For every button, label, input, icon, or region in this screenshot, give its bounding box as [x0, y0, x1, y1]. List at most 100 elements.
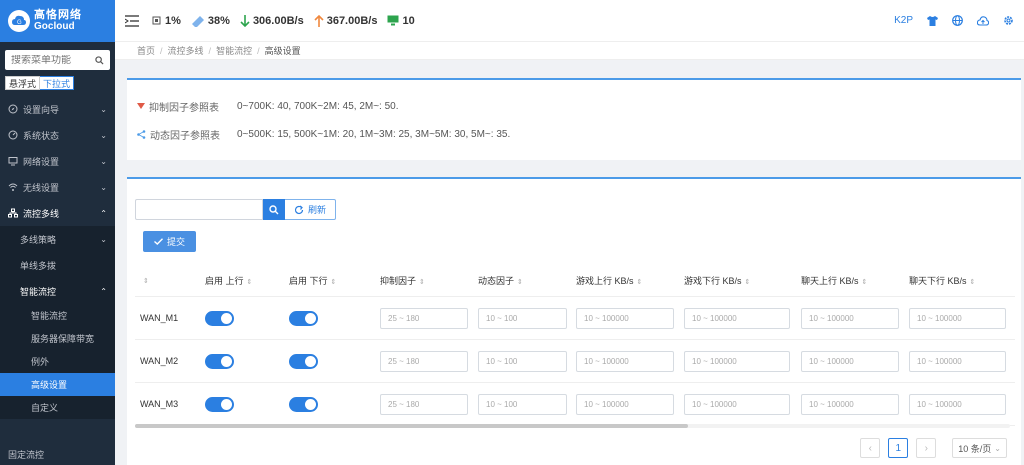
enable-up-toggle[interactable]: [205, 353, 234, 369]
model-label[interactable]: K2P: [894, 15, 913, 26]
page-number-button[interactable]: 1: [888, 438, 909, 458]
brand-name-cn: 高恪网络: [34, 9, 82, 21]
chat-up-input[interactable]: 10 ~ 100000: [801, 350, 899, 372]
sidebar-item-system-status[interactable]: 系统状态 ⌄: [0, 122, 115, 148]
game-down-input[interactable]: 10 ~ 100000: [684, 307, 790, 329]
table-toolbar: 刷新: [135, 199, 337, 220]
devices-value: 10: [402, 14, 415, 27]
submit-label: 提交: [166, 237, 185, 247]
chevron-down-icon: ⌄: [100, 104, 107, 114]
prev-page-button[interactable]: ‹: [860, 438, 881, 458]
suppression-input[interactable]: 25 ~ 180: [380, 307, 468, 329]
sidebar-item-multiline-policy[interactable]: 多线策略 ⌄: [0, 226, 115, 252]
sidebar-item-fixed-flow[interactable]: 固定流控: [0, 441, 115, 465]
arrow-down-icon: [240, 14, 250, 27]
mode-dropdown-button[interactable]: 下拉式: [40, 76, 75, 90]
column-header-chat-down[interactable]: 聊天下行 KB/s ⇕: [900, 274, 1015, 287]
column-header-enable-up[interactable]: 启用 上行 ⇕: [196, 274, 280, 287]
scrollbar-thumb[interactable]: [135, 424, 688, 428]
sidebar-item-smart-flow-control[interactable]: 智能流控: [0, 304, 115, 327]
column-header-chat-up[interactable]: 聊天上行 KB/s ⇕: [792, 274, 900, 287]
suppression-input[interactable]: 25 ~ 180: [380, 350, 468, 372]
sidebar-item-custom[interactable]: 自定义: [0, 396, 115, 419]
sidebar-item-setup-wizard[interactable]: 设置向导 ⌄: [0, 96, 115, 122]
sidebar-item-network-settings[interactable]: 网络设置 ⌄: [0, 148, 115, 174]
search-button[interactable]: [263, 199, 285, 220]
chat-up-input[interactable]: 10 ~ 100000: [801, 393, 899, 415]
column-header-game-up[interactable]: 游戏上行 KB/s ⇕: [567, 274, 675, 287]
column-header-name[interactable]: ⇕: [135, 275, 196, 285]
breadcrumb-home[interactable]: 首页: [137, 44, 155, 57]
filter-input[interactable]: [135, 199, 263, 220]
gear-icon[interactable]: [1003, 15, 1014, 26]
wan-settings-table: ⇕ 启用 上行 ⇕ 启用 下行 ⇕ 抑制因子 ⇕ 动态因子 ⇕ 游戏上行 KB/s ⇕ 游…: [135, 264, 1015, 426]
chat-down-input[interactable]: 10 ~ 100000: [909, 393, 1006, 415]
compass-icon: [8, 104, 18, 114]
shirt-icon[interactable]: [927, 15, 938, 26]
sidebar-item-exceptions[interactable]: 例外: [0, 350, 115, 373]
breadcrumb-flow-control[interactable]: 流控多线: [168, 44, 204, 57]
chat-down-input[interactable]: 10 ~ 100000: [909, 350, 1006, 372]
check-icon: [154, 238, 163, 245]
logo[interactable]: G 高恪网络 Gocloud: [0, 0, 115, 42]
globe-icon[interactable]: [952, 15, 963, 26]
chat-down-input[interactable]: 10 ~ 100000: [909, 307, 1006, 329]
dynamic-input[interactable]: 10 ~ 100: [478, 393, 567, 415]
mode-float-button[interactable]: 悬浮式: [5, 76, 41, 90]
chevron-down-icon: ⌄: [100, 234, 107, 244]
refresh-button[interactable]: 刷新: [285, 199, 337, 220]
memory-value: 38%: [207, 14, 230, 27]
sidebar-item-server-bandwidth[interactable]: 服务器保障带宽: [0, 327, 115, 350]
monitor-icon: [387, 15, 399, 26]
game-up-input[interactable]: 10 ~ 100000: [576, 350, 674, 372]
cloud-upload-icon[interactable]: [977, 15, 989, 26]
sidebar-item-single-line-multidial[interactable]: 单线多拨: [0, 252, 115, 278]
game-up-input[interactable]: 10 ~ 100000: [576, 307, 674, 329]
game-up-input[interactable]: 10 ~ 100000: [576, 393, 674, 415]
search-icon[interactable]: [95, 55, 104, 65]
sort-icon: ⇕: [861, 278, 868, 286]
sort-icon: ⇕: [246, 278, 253, 286]
suppression-factor-label: 抑制因子参照表: [149, 102, 219, 114]
column-header-suppression[interactable]: 抑制因子 ⇕: [371, 274, 469, 287]
enable-down-toggle[interactable]: [289, 310, 318, 326]
page-size-select[interactable]: 10 条/页 ⌄: [952, 438, 1007, 458]
sort-icon: ⇕: [636, 278, 643, 286]
settings-card: 刷新 提交 ⇕ 启用 上行 ⇕ 启用 下行 ⇕ 抑制因子 ⇕ 动态因子 ⇕ 游戏上行 K…: [127, 177, 1021, 465]
game-down-input[interactable]: 10 ~ 100000: [684, 350, 790, 372]
dynamic-input[interactable]: 10 ~ 100: [478, 307, 567, 329]
caret-down-icon[interactable]: [137, 103, 145, 109]
breadcrumb-smart-flow[interactable]: 智能流控: [216, 44, 252, 57]
next-page-button[interactable]: ›: [916, 438, 937, 458]
column-header-dynamic[interactable]: 动态因子 ⇕: [469, 274, 567, 287]
submit-button[interactable]: 提交: [143, 231, 196, 252]
game-down-input[interactable]: 10 ~ 100000: [684, 393, 790, 415]
sidebar-item-smart-flow[interactable]: 智能流控 ⌃: [0, 278, 115, 304]
cpu-value: 1%: [165, 14, 181, 27]
column-header-game-down[interactable]: 游戏下行 KB/s ⇕: [675, 274, 792, 287]
sidebar-item-flow-control[interactable]: 流控多线 ⌃: [0, 200, 115, 226]
chat-up-input[interactable]: 10 ~ 100000: [801, 307, 899, 329]
horizontal-scrollbar[interactable]: [135, 424, 1010, 428]
sidebar-item-advanced-settings[interactable]: 高级设置: [0, 373, 115, 396]
share-icon[interactable]: [137, 129, 146, 139]
sidebar-item-wireless-settings[interactable]: 无线设置 ⌄: [0, 174, 115, 200]
enable-down-toggle[interactable]: [289, 396, 318, 412]
page-size-value: 10 条/页: [958, 443, 992, 454]
enable-up-toggle[interactable]: [205, 310, 234, 326]
memory-icon: [191, 15, 204, 27]
sidebar-item-label: 自定义: [31, 403, 59, 413]
sort-icon: ⇕: [969, 278, 976, 286]
suppression-input[interactable]: 25 ~ 180: [380, 393, 468, 415]
top-header: 1% 38% 306.00B/s 367.00B/s 10 K2P: [115, 0, 1024, 42]
menu-search-input[interactable]: [11, 54, 91, 66]
sidebar-item-label: 单线多拨: [20, 260, 57, 271]
refresh-icon: [294, 205, 304, 214]
dynamic-input[interactable]: 10 ~ 100: [478, 350, 567, 372]
column-header-enable-down[interactable]: 启用 下行 ⇕: [280, 274, 371, 287]
chevron-down-icon: ⌄: [100, 156, 107, 166]
enable-down-toggle[interactable]: [289, 353, 318, 369]
enable-up-toggle[interactable]: [205, 396, 234, 412]
pagination: ‹ 1 › 10 条/页 ⌄: [860, 438, 1007, 458]
menu-toggle-icon[interactable]: [125, 14, 139, 27]
